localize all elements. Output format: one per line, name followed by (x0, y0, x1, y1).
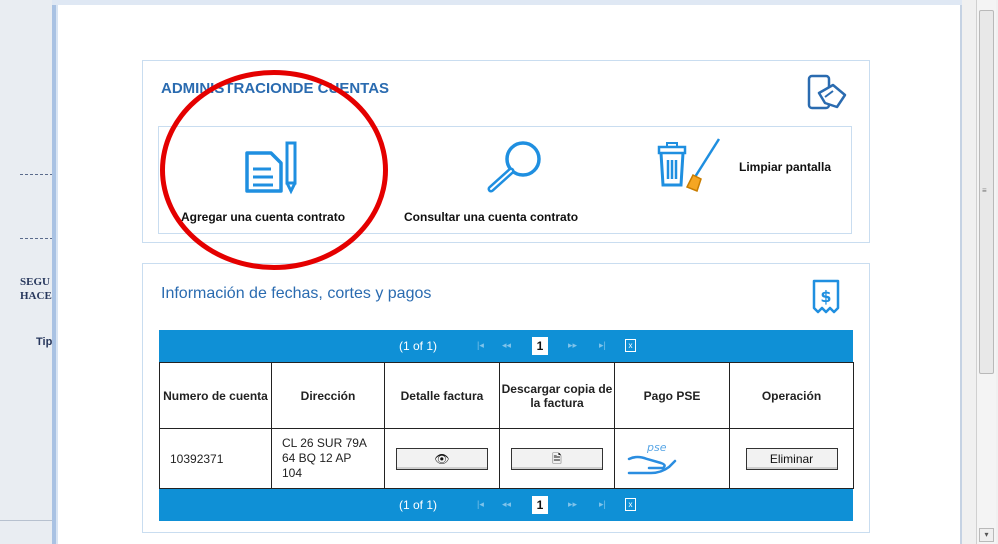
column-header: Detalle factura (384, 362, 500, 429)
add-contract-account-link[interactable]: Agregar una cuenta contrato (181, 210, 345, 224)
page-number-button[interactable]: 1 (532, 337, 548, 355)
prev-page-icon[interactable]: ◂◂ (502, 499, 511, 510)
address-cell: CL 26 SUR 79A 64 BQ 12 AP 104 (271, 428, 385, 489)
panel-title: ADMINISTRACIONDE CUENTAS (161, 80, 390, 97)
detail-cell: 👁 (384, 428, 500, 489)
excel-export-icon[interactable]: x (625, 498, 636, 511)
eye-icon: 👁 (434, 451, 450, 466)
top-paginator: (1 of 1) |◂ ◂◂ 1 ▸▸ ▸| x (159, 330, 853, 362)
operation-cell: Eliminar (729, 428, 854, 489)
column-header: Descargar copia de la factura (499, 362, 615, 429)
scroll-down-arrow-icon[interactable]: ▾ (979, 528, 994, 542)
download-pdf-button[interactable]: 🗎 (511, 447, 603, 470)
separator (0, 520, 60, 521)
receipt-dollar-icon: $ (812, 279, 840, 314)
excel-export-icon[interactable]: x (625, 339, 636, 352)
column-header: Pago PSE (614, 362, 730, 429)
view-detail-button[interactable]: 👁 (396, 447, 488, 470)
accounts-table: Numero de cuenta Dirección Detalle factu… (159, 362, 854, 489)
background-page-left: SEGU HACE Tipo (0, 0, 60, 544)
modal-top-border (52, 0, 962, 5)
pse-payment-icon[interactable]: pse (625, 437, 695, 477)
pdf-file-icon: 🗎 (552, 451, 562, 466)
first-page-icon[interactable]: |◂ (477, 340, 484, 351)
page-report: (1 of 1) (399, 498, 438, 512)
background-label: SEGU (20, 276, 50, 288)
column-header: Dirección (271, 362, 385, 429)
next-page-icon[interactable]: ▸▸ (568, 340, 577, 351)
table-row: 10392371 CL 26 SUR 79A 64 BQ 12 AP 104 👁… (159, 428, 854, 489)
mobile-hand-icon (807, 74, 847, 110)
last-page-icon[interactable]: ▸| (599, 340, 606, 351)
bottom-paginator: (1 of 1) |◂ ◂◂ 1 ▸▸ ▸| x (159, 489, 853, 521)
next-page-icon[interactable]: ▸▸ (568, 499, 577, 510)
trash-broom-icon[interactable] (649, 135, 729, 195)
account-number-cell: 10392371 (159, 428, 272, 489)
svg-text:$: $ (820, 287, 831, 306)
accounts-datatable: (1 of 1) |◂ ◂◂ 1 ▸▸ ▸| x Numero de cuent… (159, 330, 854, 521)
prev-page-icon[interactable]: ◂◂ (502, 340, 511, 351)
first-page-icon[interactable]: |◂ (477, 499, 484, 510)
panel-title: Información de fechas, cortes y pagos (161, 285, 432, 302)
magnifier-icon[interactable] (479, 139, 549, 197)
consult-contract-account-link[interactable]: Consultar una cuenta contrato (404, 210, 578, 224)
delete-button[interactable]: Eliminar (745, 447, 838, 470)
last-page-icon[interactable]: ▸| (599, 499, 606, 510)
download-cell: 🗎 (499, 428, 615, 489)
column-header: Numero de cuenta (159, 362, 272, 429)
pse-cell: pse (614, 428, 730, 489)
column-header: Operación (729, 362, 854, 429)
vertical-scrollbar[interactable]: ≡ ▾ (976, 0, 996, 544)
page-number-button[interactable]: 1 (532, 496, 548, 514)
scrollbar-grip-icon: ≡ (982, 186, 987, 195)
actions-box: Agregar una cuenta contrato Consultar un… (158, 126, 852, 234)
pse-label: pse (646, 441, 667, 454)
document-pencil-icon[interactable] (241, 139, 305, 195)
clear-screen-link[interactable]: Limpiar pantalla (739, 160, 831, 174)
background-label: HACE (20, 290, 52, 302)
accounts-admin-panel: ADMINISTRACIONDE CUENTAS Agregar una cue… (142, 60, 870, 243)
page-report: (1 of 1) (399, 339, 438, 353)
